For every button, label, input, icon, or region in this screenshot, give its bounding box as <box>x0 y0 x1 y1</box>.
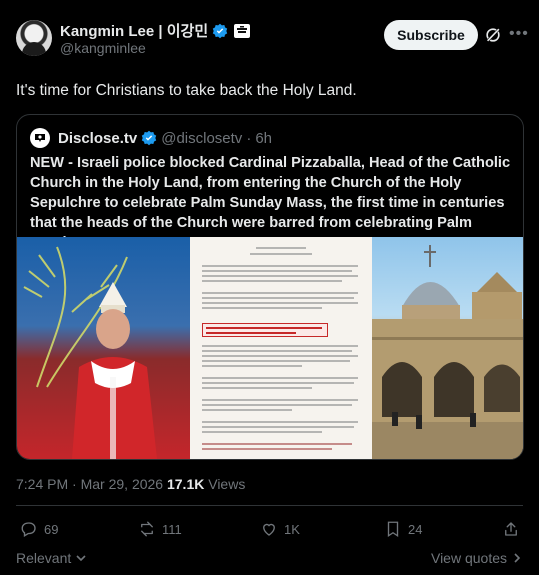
tweet-detail: Kangmin Lee | 이강민 @kangminlee Subscribe … <box>0 0 539 575</box>
repost-count: 111 <box>162 521 182 537</box>
tweet-header: Kangmin Lee | 이강민 @kangminlee Subscribe … <box>16 18 528 58</box>
repost-icon <box>141 521 153 537</box>
cardinal-illustration <box>23 246 157 459</box>
meta-separator: · <box>68 476 81 492</box>
post-text: It's time for Christians to take back th… <box>16 82 357 99</box>
grok-icon[interactable] <box>484 26 502 44</box>
quoted-tweet[interactable]: Disclose.tv @disclosetv · 6h NEW - Israe… <box>16 114 524 460</box>
view-quotes-link[interactable]: View quotes <box>431 550 523 566</box>
divider <box>16 505 523 506</box>
reply-button[interactable]: 69 <box>20 520 58 538</box>
media-image-patriarchate-statement[interactable] <box>190 237 372 459</box>
more-horizontal-icon[interactable]: ••• <box>509 26 528 44</box>
like-button[interactable]: 1K <box>260 520 300 538</box>
tweet-date[interactable]: Mar 29, 2026 <box>81 476 164 492</box>
replies-footer: Relevant View quotes <box>16 550 523 568</box>
view-quotes-label: View quotes <box>430 550 507 566</box>
action-bar: 69 111 1K 24 <box>16 520 523 542</box>
quoted-author-handle: @disclosetv <box>161 129 243 147</box>
highlighted-statement <box>202 323 328 337</box>
quoted-media-grid[interactable] <box>17 237 523 459</box>
verified-badge-icon <box>212 23 228 38</box>
share-icon <box>505 522 517 536</box>
church-illustration <box>372 245 523 459</box>
tweet-metadata: 7:24 PM · Mar 29, 2026 17.1K Views <box>16 476 245 492</box>
quoted-timestamp: 6h <box>255 129 272 147</box>
share-button[interactable] <box>502 520 520 538</box>
reply-icon <box>21 522 36 537</box>
quoted-separator: · <box>246 129 252 147</box>
bookmark-button[interactable]: 24 <box>384 520 422 538</box>
author-avatar[interactable] <box>16 20 52 56</box>
author-handle[interactable]: @kangminlee <box>60 40 146 56</box>
tweet-time[interactable]: 7:24 PM <box>16 476 68 492</box>
views-count: 17.1K <box>166 476 205 492</box>
like-count: 1K <box>284 521 300 537</box>
quoted-verified-badge-icon <box>142 130 157 146</box>
views-label: Views <box>208 476 246 492</box>
bookmark-icon <box>387 521 399 538</box>
quoted-author-avatar <box>30 128 50 148</box>
quoted-author-name: Disclose.tv <box>58 129 138 147</box>
sort-label: Relevant <box>16 550 72 566</box>
sort-replies-dropdown[interactable]: Relevant <box>16 550 87 566</box>
bookmark-count: 24 <box>408 521 423 537</box>
author-name-line: Kangmin Lee | 이강민 <box>60 20 251 41</box>
heart-icon <box>263 523 275 536</box>
chevron-right-icon <box>514 553 521 563</box>
affiliation-badge-icon[interactable] <box>234 23 251 38</box>
author-display-name[interactable]: Kangmin Lee | 이강민 <box>60 20 208 41</box>
quoted-tweet-header: Disclose.tv @disclosetv · 6h <box>30 128 272 148</box>
subscribe-button[interactable]: Subscribe <box>384 20 478 50</box>
media-image-cardinal-with-palms[interactable] <box>17 237 190 459</box>
repost-button[interactable]: 111 <box>138 520 182 538</box>
chevron-down-icon <box>76 555 86 562</box>
reply-count: 69 <box>44 521 59 537</box>
media-image-church-of-holy-sepulchre[interactable] <box>372 237 523 459</box>
